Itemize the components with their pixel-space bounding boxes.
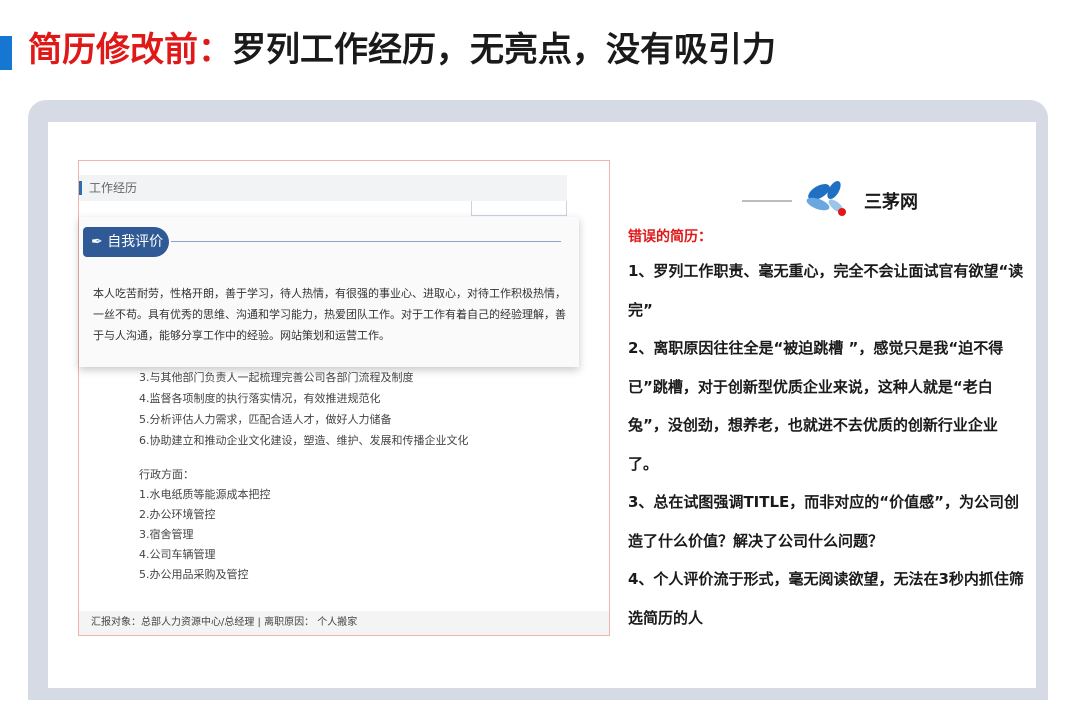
list-item: 4.公司车辆管理 [139, 548, 216, 561]
brand-logo: 三茅网 [742, 180, 962, 220]
resume-footer: 汇报对象：总部人力资源中心/总经理 | 离职原因： 个人搬家 [79, 611, 609, 635]
heading-black-part: 罗列工作经历，无亮点，没有吸引力 [232, 30, 776, 70]
self-evaluation-label: 自我评价 [107, 234, 164, 250]
list-item: 2.办公环境管控 [139, 508, 216, 521]
list-item: 4.监督各项制度的执行落实情况，有效推进规范化 [139, 392, 381, 405]
error-analysis: 错误的简历： 1、罗列工作职责、毫无重心，完全不会让面试官有欲望“读完” 2、离… [628, 226, 1024, 637]
error-item: 2、离职原因往往全是“被迫跳槽 ”，感觉只是我“迫不得已”跳槽，对于创新型优质企… [628, 339, 1004, 473]
admin-heading: 行政方面： [139, 468, 194, 481]
page-heading: 简历修改前：罗列工作经历，无亮点，没有吸引力 [0, 22, 1079, 74]
error-item: 1、罗列工作职责、毫无重心，完全不会让面试官有欲望“读完” [628, 262, 1024, 319]
heading-accent-bar [0, 36, 12, 70]
self-evaluation-text: 本人吃苦耐劳，性格开朗，善于学习，待人热情，有很强的事业心、进取心，对待工作积极… [93, 287, 566, 342]
pen-icon: ✒ [91, 234, 103, 250]
work-experience-bar: 工作经历 [79, 175, 567, 201]
list-item: 5.分析评估人力需求，匹配合适人才，做好人力储备 [139, 413, 392, 426]
hr-duties-list: 3.与其他部门负责人一起梳理完善公司各部门流程及制度 4.监督各项制度的执行落实… [139, 367, 469, 451]
resume-snippet: 工作经历 ✒ 自我评价 本人吃苦耐劳，性格开朗，善于学习，待人热情，有很强的事业… [78, 160, 610, 636]
error-title: 错误的简历： [628, 229, 712, 245]
list-item: 1.水电纸质等能源成本把控 [139, 488, 271, 501]
brand-name: 三茅网 [864, 192, 918, 213]
dragonfly-logo-icon [806, 180, 846, 216]
self-evaluation-panel: ✒ 自我评价 本人吃苦耐劳，性格开朗，善于学习，待人热情，有很强的事业心、进取心… [79, 217, 579, 367]
error-item: 3、总在试图强调TITLE，而非对应的“价值感”，为公司创造了什么价值？解决了公… [628, 493, 1020, 550]
logo-dash [742, 200, 792, 202]
list-item: 5.办公用品采购及管控 [139, 568, 249, 581]
work-experience-box [471, 201, 567, 216]
list-item: 3.宿舍管理 [139, 528, 194, 541]
list-item: 6.协助建立和推动企业文化建设，塑造、维护、发展和传播企业文化 [139, 434, 469, 447]
work-experience-label: 工作经历 [89, 181, 138, 195]
self-evaluation-tag: ✒ 自我评价 [83, 227, 169, 257]
admin-duties-list: 行政方面： 1.水电纸质等能源成本把控 2.办公环境管控 3.宿舍管理 4.公司… [139, 465, 271, 585]
content-card: 工作经历 ✒ 自我评价 本人吃苦耐劳，性格开朗，善于学习，待人热情，有很强的事业… [48, 122, 1036, 688]
self-evaluation-rule [171, 241, 561, 242]
screenshot-frame: 工作经历 ✒ 自我评价 本人吃苦耐劳，性格开朗，善于学习，待人热情，有很强的事业… [28, 100, 1048, 700]
heading-text: 简历修改前：罗列工作经历，无亮点，没有吸引力 [28, 26, 776, 74]
heading-red-part: 简历修改前： [28, 30, 232, 70]
list-item: 3.与其他部门负责人一起梳理完善公司各部门流程及制度 [139, 371, 414, 384]
error-item: 4、个人评价流于形式，毫无阅读欲望，无法在3秒内抓住筛选简历的人 [628, 570, 1024, 627]
